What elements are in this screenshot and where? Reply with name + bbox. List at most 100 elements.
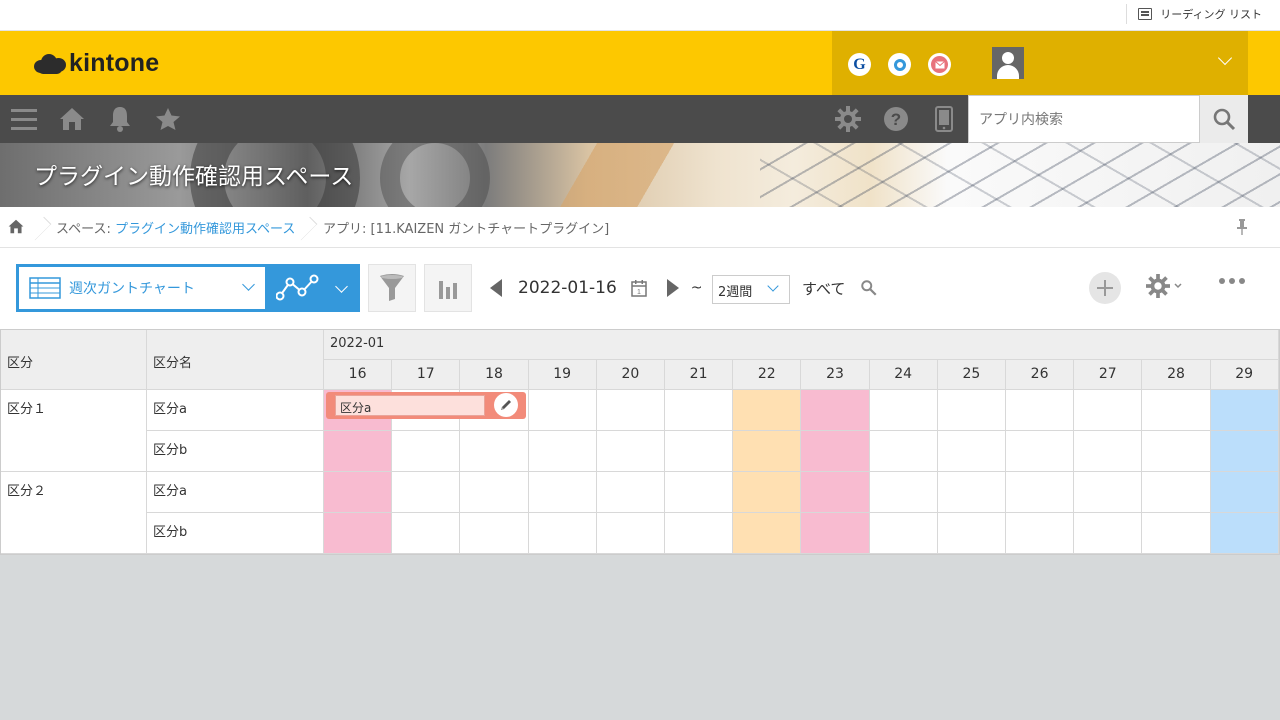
pencil-icon xyxy=(501,400,511,410)
chart-button[interactable] xyxy=(424,264,472,312)
settings-button[interactable] xyxy=(824,95,872,143)
app-search-input[interactable] xyxy=(968,95,1200,143)
day-cell[interactable] xyxy=(733,472,802,513)
day-cell[interactable] xyxy=(937,472,1006,513)
more-options-button[interactable] xyxy=(1219,278,1245,284)
day-cell[interactable] xyxy=(801,431,870,472)
day-cell[interactable] xyxy=(324,472,393,513)
day-cell[interactable] xyxy=(1210,472,1279,513)
tilde: ~ xyxy=(690,280,703,296)
day-cell[interactable] xyxy=(1210,513,1279,554)
day-cell[interactable] xyxy=(665,513,734,554)
svg-text:1: 1 xyxy=(637,289,641,296)
day-cell[interactable] xyxy=(869,472,938,513)
filter-button[interactable] xyxy=(368,264,416,312)
day-cell[interactable] xyxy=(1006,472,1075,513)
garoon-icon: G xyxy=(853,55,866,73)
menu-button[interactable] xyxy=(0,95,48,143)
period-select[interactable]: 2週間 xyxy=(712,275,790,304)
calendar-icon[interactable]: 1 xyxy=(631,279,647,297)
day-cell[interactable] xyxy=(1074,390,1143,431)
home-button[interactable] xyxy=(48,95,96,143)
day-header: 20 xyxy=(596,360,665,390)
day-cell[interactable] xyxy=(1006,431,1075,472)
day-cell[interactable] xyxy=(665,472,734,513)
day-cell[interactable] xyxy=(596,472,665,513)
filter-all-text: すべて xyxy=(802,280,846,298)
day-cell[interactable] xyxy=(869,513,938,554)
gantt-bar[interactable]: 区分a xyxy=(326,392,526,419)
day-header: 21 xyxy=(665,360,734,390)
day-cell[interactable] xyxy=(324,431,393,472)
kintone-logo[interactable]: kintone xyxy=(34,49,159,78)
day-cell[interactable] xyxy=(1074,513,1143,554)
garoon-button[interactable]: G xyxy=(848,53,871,76)
prev-arrow-icon[interactable] xyxy=(490,279,502,297)
day-cell[interactable] xyxy=(733,390,802,431)
day-cell[interactable] xyxy=(596,390,665,431)
day-cell[interactable] xyxy=(1142,390,1211,431)
day-cell[interactable] xyxy=(528,513,597,554)
day-cell[interactable] xyxy=(1006,513,1075,554)
day-cell[interactable] xyxy=(937,513,1006,554)
day-cell[interactable] xyxy=(392,513,461,554)
user-menu[interactable] xyxy=(968,31,1248,95)
app-settings-button[interactable] xyxy=(1146,274,1182,298)
day-cell[interactable] xyxy=(392,472,461,513)
day-cell[interactable] xyxy=(1006,390,1075,431)
day-cell[interactable] xyxy=(1142,472,1211,513)
day-cell[interactable] xyxy=(596,513,665,554)
day-header: 26 xyxy=(1006,360,1075,390)
office-button[interactable] xyxy=(888,53,911,76)
day-cell[interactable] xyxy=(528,472,597,513)
day-cell[interactable] xyxy=(1210,390,1279,431)
pin-button[interactable] xyxy=(1237,219,1247,239)
reading-list-button[interactable]: リーディング リスト xyxy=(1126,4,1262,24)
day-cell[interactable] xyxy=(1074,472,1143,513)
search-button[interactable] xyxy=(1200,95,1248,143)
day-cell[interactable] xyxy=(1074,431,1143,472)
day-cell[interactable] xyxy=(937,390,1006,431)
day-cell[interactable] xyxy=(1142,431,1211,472)
breadcrumb-home[interactable] xyxy=(8,219,24,238)
day-header: 29 xyxy=(1210,360,1279,390)
dot-icon xyxy=(1219,278,1225,284)
breadcrumb-space-link[interactable]: プラグイン動作確認用スペース xyxy=(115,222,295,237)
day-cell[interactable] xyxy=(869,431,938,472)
view-selector[interactable]: 週次ガントチャート xyxy=(16,264,268,312)
day-cell[interactable] xyxy=(801,513,870,554)
day-cell[interactable] xyxy=(460,431,529,472)
category-name-cell: 区分b xyxy=(147,431,324,472)
day-cell[interactable] xyxy=(1142,513,1211,554)
day-cell[interactable] xyxy=(528,390,597,431)
day-cell[interactable] xyxy=(869,390,938,431)
day-cell[interactable] xyxy=(460,472,529,513)
day-cell[interactable] xyxy=(460,513,529,554)
notification-button[interactable] xyxy=(96,95,144,143)
graph-button[interactable] xyxy=(268,264,360,312)
day-cell[interactable] xyxy=(596,431,665,472)
day-cell[interactable] xyxy=(1210,431,1279,472)
day-cell[interactable] xyxy=(392,431,461,472)
edit-button[interactable] xyxy=(494,393,518,417)
day-cell[interactable] xyxy=(733,513,802,554)
mobile-button[interactable] xyxy=(920,95,968,143)
day-cell[interactable] xyxy=(801,390,870,431)
day-cell[interactable] xyxy=(324,513,393,554)
favorites-button[interactable] xyxy=(144,95,192,143)
search-icon xyxy=(1213,108,1236,131)
day-cell[interactable] xyxy=(937,431,1006,472)
category-name-cell: 区分b xyxy=(147,513,324,554)
day-cell[interactable] xyxy=(733,431,802,472)
add-record-button[interactable] xyxy=(1089,272,1121,304)
day-cell[interactable] xyxy=(665,431,734,472)
mail-button[interactable] xyxy=(928,53,951,76)
date-value[interactable]: 2022-01-16 xyxy=(518,278,617,298)
day-cell[interactable] xyxy=(801,472,870,513)
day-cell[interactable] xyxy=(665,390,734,431)
kintone-header: kintone G xyxy=(0,31,1280,95)
filter-all-label[interactable]: すべて xyxy=(802,278,878,299)
help-button[interactable]: ? xyxy=(872,95,920,143)
next-arrow-icon[interactable] xyxy=(666,279,679,297)
day-cell[interactable] xyxy=(528,431,597,472)
